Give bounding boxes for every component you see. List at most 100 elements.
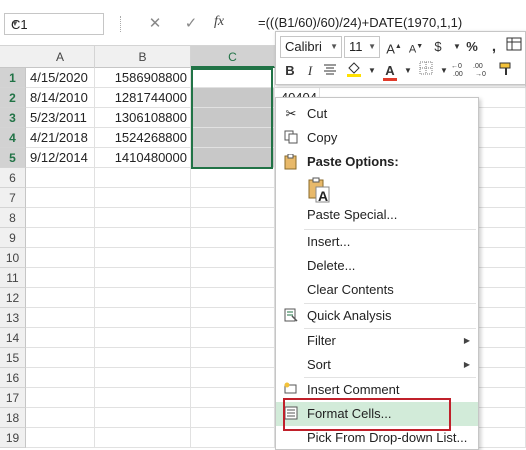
grid-cell[interactable]	[26, 268, 95, 288]
grid-cell[interactable]	[95, 168, 191, 188]
row-header-1[interactable]: 1	[0, 68, 26, 88]
font-size-box[interactable]: 11 ▼	[344, 36, 380, 58]
grid-cell[interactable]	[26, 208, 95, 228]
menu-item-paste-special[interactable]: Paste Special...	[276, 203, 478, 227]
cell-c3[interactable]	[191, 108, 275, 128]
row-header-5[interactable]: 5	[0, 148, 26, 168]
grid-cell[interactable]	[26, 368, 95, 388]
cell-a5[interactable]: 9/12/2014	[26, 148, 95, 168]
increase-decimal-button[interactable]: ←0.00	[450, 61, 470, 81]
grid-cell[interactable]	[95, 288, 191, 308]
chevron-down-icon[interactable]: ▼	[330, 37, 338, 57]
cell-a4[interactable]: 4/21/2018	[26, 128, 95, 148]
formula-input[interactable]: =(((B1/60)/60)/24)+DATE(1970,1,1)	[258, 15, 462, 30]
grid-cell[interactable]	[26, 168, 95, 188]
chevron-down-icon[interactable]: ▼	[362, 61, 382, 81]
chevron-down-icon[interactable]: ▼	[11, 19, 99, 28]
cell-b4[interactable]: 1524268800	[95, 128, 191, 148]
menu-item-quick-analysis[interactable]: Quick Analysis	[276, 304, 478, 328]
cell-b1[interactable]: 1586908800	[95, 68, 191, 88]
grid-cell[interactable]	[95, 268, 191, 288]
row-header-7[interactable]: 7	[0, 188, 26, 208]
currency-format-button[interactable]: $	[428, 37, 448, 57]
grid-cell[interactable]	[95, 208, 191, 228]
grid-cell[interactable]	[191, 168, 275, 188]
row-header-4[interactable]: 4	[0, 128, 26, 148]
grid-cell[interactable]	[26, 188, 95, 208]
grid-cell[interactable]	[26, 328, 95, 348]
cell-c2[interactable]	[191, 88, 275, 108]
grid-cell[interactable]	[95, 348, 191, 368]
grid-cell[interactable]	[191, 248, 275, 268]
row-header-15[interactable]: 15	[0, 348, 26, 368]
cell-b5[interactable]: 1410480000	[95, 148, 191, 168]
grid-cell[interactable]	[26, 408, 95, 428]
cell-c1[interactable]	[191, 68, 275, 88]
fill-color-button[interactable]	[344, 61, 364, 81]
grid-cell[interactable]	[95, 308, 191, 328]
menu-item-sort[interactable]: Sort ▶	[276, 353, 478, 377]
comma-style-button[interactable]: ,	[484, 37, 504, 57]
grid-cell[interactable]	[95, 188, 191, 208]
row-header-11[interactable]: 11	[0, 268, 26, 288]
row-header-16[interactable]: 16	[0, 368, 26, 388]
menu-item-delete[interactable]: Delete...	[276, 254, 478, 278]
row-header-12[interactable]: 12	[0, 288, 26, 308]
grid-cell[interactable]	[95, 248, 191, 268]
decrease-font-size-button[interactable]: A▼	[406, 37, 426, 57]
grid-cell[interactable]	[191, 348, 275, 368]
row-header-19[interactable]: 19	[0, 428, 26, 448]
row-header-9[interactable]: 9	[0, 228, 26, 248]
grid-cell[interactable]	[26, 388, 95, 408]
menu-item-copy[interactable]: Copy	[276, 126, 478, 150]
menu-item-format-cells[interactable]: Format Cells...	[276, 402, 478, 426]
font-color-button[interactable]: A	[380, 61, 400, 81]
font-name-box[interactable]: Calibri ▼	[280, 36, 342, 58]
grid-cell[interactable]	[191, 188, 275, 208]
cell-c5[interactable]	[191, 148, 275, 168]
column-header-a[interactable]: A	[26, 46, 95, 68]
cell-a1[interactable]: 4/15/2020	[26, 68, 95, 88]
grid-cell[interactable]	[26, 248, 95, 268]
chevron-down-icon[interactable]: ▼	[398, 61, 418, 81]
row-header-2[interactable]: 2	[0, 88, 26, 108]
grid-cell[interactable]	[191, 228, 275, 248]
menu-item-filter[interactable]: Filter ▶	[276, 329, 478, 353]
grid-cell[interactable]	[95, 228, 191, 248]
percent-style-button[interactable]: %	[462, 37, 482, 57]
grid-cell[interactable]	[191, 428, 275, 448]
column-header-c[interactable]: C	[191, 46, 275, 68]
grid-cell[interactable]	[26, 228, 95, 248]
menu-item-clear-contents[interactable]: Clear Contents	[276, 278, 478, 302]
cell-b3[interactable]: 1306108800	[95, 108, 191, 128]
chevron-down-icon[interactable]: ▼	[368, 37, 376, 57]
row-header-18[interactable]: 18	[0, 408, 26, 428]
cell-c4[interactable]	[191, 128, 275, 148]
italic-button[interactable]: I	[300, 61, 320, 81]
grid-cell[interactable]	[26, 348, 95, 368]
borders-button[interactable]	[416, 61, 436, 81]
grid-cell[interactable]	[191, 308, 275, 328]
grid-cell[interactable]	[95, 408, 191, 428]
grid-cell[interactable]	[191, 388, 275, 408]
row-header-8[interactable]: 8	[0, 208, 26, 228]
cell-a2[interactable]: 8/14/2010	[26, 88, 95, 108]
enter-icon[interactable]: ✓	[180, 14, 202, 34]
grid-cell[interactable]	[191, 268, 275, 288]
name-box[interactable]: C1 ▼	[4, 13, 104, 35]
grid-cell[interactable]	[26, 308, 95, 328]
row-header-13[interactable]: 13	[0, 308, 26, 328]
decrease-decimal-button[interactable]: .00 →0	[472, 61, 492, 81]
increase-font-size-button[interactable]: A▲	[384, 37, 404, 57]
grid-cell[interactable]	[191, 368, 275, 388]
row-header-14[interactable]: 14	[0, 328, 26, 348]
menu-item-insert[interactable]: Insert...	[276, 230, 478, 254]
grid-cell[interactable]	[95, 368, 191, 388]
grid-cell[interactable]	[191, 288, 275, 308]
menu-item-pick-from-list[interactable]: Pick From Drop-down List...	[276, 426, 478, 450]
row-header-17[interactable]: 17	[0, 388, 26, 408]
bold-button[interactable]: B	[280, 61, 300, 81]
row-header-10[interactable]: 10	[0, 248, 26, 268]
grid-cell[interactable]	[191, 208, 275, 228]
grid-cell[interactable]	[191, 328, 275, 348]
